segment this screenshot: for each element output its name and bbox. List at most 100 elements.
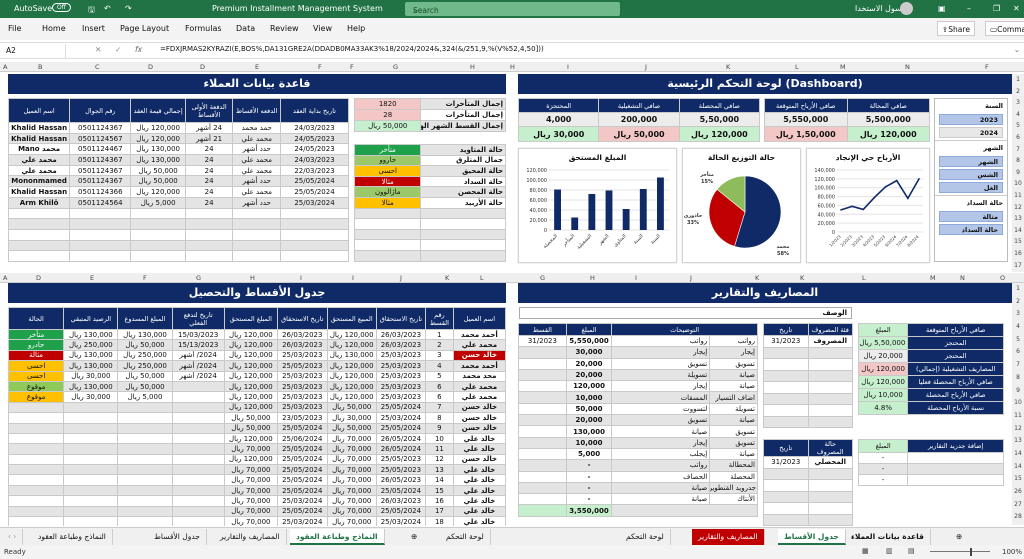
- empty-cell[interactable]: [763, 490, 809, 503]
- paid-amount[interactable]: [117, 516, 173, 526]
- due-date-2[interactable]: 25/03/2023: [276, 380, 328, 393]
- row-number[interactable]: 26: [1012, 486, 1024, 499]
- installment[interactable]: [518, 380, 567, 393]
- status-badge[interactable]: موقوع: [8, 380, 65, 393]
- column-header[interactable]: D: [148, 63, 153, 71]
- installment[interactable]: [518, 493, 567, 506]
- bar-chart[interactable]: المبلغ المستحق 0 20,000 40,000 60,000 80,000…: [518, 148, 677, 263]
- column-header[interactable]: اسم العميل: [7, 98, 71, 123]
- row-number[interactable]: 10: [1012, 397, 1024, 410]
- due-date-2[interactable]: 25/05/2024: [276, 474, 328, 486]
- paid-amount[interactable]: [117, 412, 173, 424]
- due-date[interactable]: 25/05/2024: [375, 505, 427, 518]
- due-date-2[interactable]: 25/03/2024: [276, 495, 328, 507]
- status-badge[interactable]: حادرو: [8, 339, 65, 351]
- due-date-2[interactable]: 25/05/2024: [276, 505, 328, 518]
- actual-pay-date[interactable]: 2024/ أشهر: [171, 360, 225, 372]
- installment-number[interactable]: 12: [425, 453, 454, 466]
- bar[interactable]: [622, 209, 630, 230]
- empty-cell[interactable]: [69, 250, 132, 262]
- contract-total[interactable]: 50,000 ريال: [130, 175, 186, 188]
- customer-name[interactable]: خالد علي: [452, 464, 506, 476]
- empty-cell[interactable]: [763, 346, 809, 359]
- bar[interactable]: [657, 177, 664, 231]
- row-number[interactable]: 14: [1012, 461, 1024, 474]
- empty-cell[interactable]: [130, 207, 186, 220]
- empty-cell[interactable]: [130, 218, 186, 230]
- paid-amount[interactable]: [117, 474, 173, 486]
- column-header[interactable]: J: [645, 63, 647, 71]
- sub-description[interactable]: صيانة: [611, 481, 711, 495]
- customer-name[interactable]: محمد علي: [452, 339, 506, 351]
- report-name[interactable]: [907, 463, 1004, 475]
- empty-cell[interactable]: [280, 239, 349, 252]
- due-date[interactable]: 26/05/2024: [375, 443, 427, 455]
- empty-cell[interactable]: [763, 513, 809, 526]
- empty-cell[interactable]: [7, 218, 71, 230]
- amount[interactable]: -: [857, 452, 909, 464]
- first-payment[interactable]: 24: [184, 186, 234, 198]
- column-header[interactable]: E: [255, 63, 259, 71]
- empty-cell[interactable]: [420, 207, 506, 220]
- label[interactable]: إجمال المتأخرات: [420, 109, 506, 121]
- column-header[interactable]: المبلغ: [857, 439, 909, 453]
- row-number[interactable]: 15: [1012, 236, 1024, 248]
- due-amount[interactable]: 50,000 ريال: [326, 422, 377, 434]
- installment[interactable]: [518, 368, 567, 382]
- due-date[interactable]: 26/03/2023: [375, 495, 427, 507]
- label[interactable]: إجمال القسط الشهر الهري: [420, 120, 506, 132]
- column-header[interactable]: تاريخ الاستحقاق: [276, 307, 328, 330]
- label[interactable]: حالة المتاويد: [420, 144, 506, 156]
- customer-name[interactable]: Khalid Hassan: [7, 132, 71, 145]
- avatar[interactable]: [900, 2, 913, 15]
- empty-cell[interactable]: [353, 249, 422, 262]
- due-date-2[interactable]: 25/03/2023: [276, 391, 328, 403]
- due-amount[interactable]: 70,000 ريال: [326, 495, 377, 507]
- contract-total[interactable]: 5,000 ريال: [130, 196, 186, 209]
- line-point[interactable]: [873, 196, 876, 199]
- empty-cell[interactable]: [763, 415, 809, 428]
- value[interactable]: 1820: [353, 98, 422, 110]
- line-point[interactable]: [851, 205, 853, 208]
- amount[interactable]: 20,000: [565, 357, 613, 370]
- status-badge[interactable]: احسى: [8, 370, 65, 382]
- sub-description[interactable]: إيجلب: [611, 447, 711, 461]
- column-header[interactable]: K: [445, 274, 449, 282]
- due-amount[interactable]: 120,000 ريال: [326, 391, 377, 403]
- amount[interactable]: 5,000: [565, 447, 613, 461]
- column-header[interactable]: K: [726, 63, 730, 71]
- sub-description[interactable]: صيانة: [611, 425, 711, 438]
- column-header[interactable]: الحالة: [8, 307, 65, 330]
- due-amount[interactable]: 70,000 ريال: [326, 443, 377, 455]
- due-amount[interactable]: 130,000 ريال: [326, 349, 377, 362]
- slicer-year-2023[interactable]: 2023: [939, 114, 1003, 125]
- menu-formulas[interactable]: Formulas: [185, 24, 222, 33]
- column-header[interactable]: E: [90, 274, 94, 282]
- due-date[interactable]: 25/05/2023: [375, 464, 427, 476]
- pie-chart[interactable]: حالة التوزيع الحالة محمد 58% حاذوري 33% متأخ…: [682, 148, 801, 263]
- remaining-balance[interactable]: [63, 412, 119, 424]
- kpi-value[interactable]: 5,50,000 ريال: [857, 336, 909, 350]
- description[interactable]: المحطالة: [709, 459, 758, 472]
- column-header[interactable]: حالة المصروف: [807, 439, 853, 457]
- due-date[interactable]: 25/03/2024: [375, 412, 427, 424]
- actual-pay-date[interactable]: 2024/ أشهر: [171, 370, 225, 382]
- due-date-2[interactable]: 25/05/2024: [276, 443, 328, 455]
- close-icon[interactable]: ✕: [1013, 4, 1020, 13]
- remaining-balance[interactable]: [63, 432, 119, 445]
- paid-amount[interactable]: 250,000 ريال: [117, 360, 173, 372]
- installment-type[interactable]: حدد أشهر: [232, 175, 281, 188]
- amount[interactable]: -: [565, 481, 613, 495]
- empty-cell[interactable]: [763, 358, 809, 371]
- customer-name[interactable]: Khalid Hassan: [7, 186, 71, 198]
- empty-cell[interactable]: [280, 250, 349, 262]
- label[interactable]: جمال المتلرق: [420, 154, 506, 167]
- label[interactable]: حالة الأربيد: [420, 196, 506, 209]
- actual-pay-date[interactable]: [171, 422, 225, 434]
- state[interactable]: المحصلي: [807, 456, 853, 469]
- remaining-balance[interactable]: 130,000 ريال: [63, 360, 119, 372]
- sub-description[interactable]: تسويق: [611, 357, 711, 370]
- description[interactable]: الأنتاك: [709, 493, 758, 506]
- installment-number[interactable]: 4: [425, 360, 454, 372]
- status-badge[interactable]: متأخر: [8, 328, 65, 341]
